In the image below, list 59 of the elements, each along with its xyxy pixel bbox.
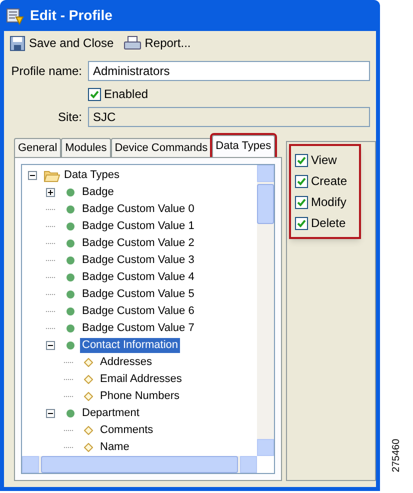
figure-number: 275460 [390, 438, 403, 472]
dot-icon [66, 324, 74, 333]
enabled-checkbox[interactable]: Enabled [88, 85, 370, 103]
tree-item[interactable]: Badge Custom Value 7 [80, 321, 196, 336]
tree-item[interactable]: Badge [80, 185, 116, 200]
tree-item[interactable]: Comments [98, 423, 156, 438]
report-button[interactable]: Report... [124, 34, 191, 52]
tab[interactable]: General [14, 138, 62, 157]
tab[interactable]: Data Types [212, 135, 276, 157]
tree-item[interactable]: Badge Custom Value 4 [80, 270, 196, 285]
permission-checkbox[interactable]: Create [295, 173, 355, 189]
vertical-scrollbar[interactable] [257, 165, 274, 456]
tree-item[interactable]: Badge Custom Value 0 [80, 202, 196, 217]
tree-item[interactable]: Data Types [62, 168, 122, 183]
permission-checkbox[interactable]: View [295, 152, 355, 168]
dot-icon [66, 307, 74, 316]
tree-item[interactable]: Name [98, 440, 132, 455]
tree-item[interactable]: Badge Custom Value 5 [80, 287, 196, 302]
permission-checkbox[interactable]: Modify [295, 194, 355, 210]
dot-icon [66, 341, 74, 350]
permission-checkbox[interactable]: Delete [295, 215, 355, 231]
tree-item[interactable]: Department [80, 406, 142, 421]
dot-icon [66, 409, 74, 418]
folder-icon [44, 170, 60, 182]
dot-icon [66, 222, 74, 231]
tree-item[interactable]: Addresses [98, 355, 154, 370]
dot-icon [66, 205, 74, 214]
tree-item[interactable]: Badge Custom Value 6 [80, 304, 196, 319]
horizontal-scrollbar[interactable] [22, 456, 257, 473]
dot-icon [66, 290, 74, 299]
checkbox[interactable] [88, 88, 101, 100]
profile-name-field[interactable]: Administrators [88, 61, 370, 81]
tab[interactable]: Device Commands [110, 138, 212, 157]
dot-icon [66, 188, 74, 197]
field-label: Site: [56, 109, 82, 126]
app-icon [6, 6, 24, 24]
checkbox[interactable] [295, 154, 308, 166]
save-and-close-button[interactable]: Save and Close [10, 34, 114, 52]
window-title: Edit - Profile [30, 6, 112, 25]
tree-item[interactable]: Phone Numbers [98, 389, 182, 404]
checkbox[interactable] [295, 216, 308, 230]
tree-item[interactable]: Badge Custom Value 1 [80, 219, 196, 234]
tree-item[interactable]: Badge Custom Value 3 [80, 253, 196, 268]
dot-icon [66, 239, 74, 248]
site-field[interactable]: SJC [88, 107, 370, 127]
collapse-icon[interactable] [28, 171, 37, 180]
collapse-icon[interactable] [46, 409, 55, 418]
collapse-icon[interactable] [46, 341, 55, 350]
dot-icon [66, 256, 74, 265]
checkbox[interactable] [295, 174, 308, 188]
dot-icon [66, 273, 74, 282]
checkbox[interactable] [295, 196, 308, 208]
printer-icon [124, 36, 141, 50]
expand-icon[interactable] [46, 188, 55, 197]
tree-item[interactable]: Contact Information [80, 338, 180, 353]
tree-item[interactable]: Email Addresses [98, 372, 184, 387]
tree-item[interactable]: Badge Custom Value 2 [80, 236, 196, 251]
tab[interactable]: Modules [61, 138, 111, 157]
field-label: Profile name: [10, 63, 82, 80]
